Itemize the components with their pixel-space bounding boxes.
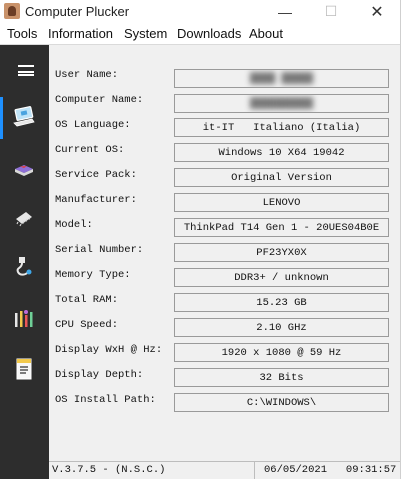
- sidebar: [0, 45, 49, 479]
- usb-icon[interactable]: [12, 255, 36, 279]
- label-computer-name: Computer Name:: [55, 94, 144, 106]
- label-user-name: User Name:: [55, 69, 119, 81]
- report-icon[interactable]: [12, 357, 36, 381]
- value-os-language: it-IT Italiano (Italia): [174, 118, 389, 137]
- window-title: Computer Plucker: [25, 4, 130, 19]
- label-memory-type: Memory Type:: [55, 269, 131, 281]
- label-os-install-path: OS Install Path:: [55, 394, 156, 406]
- value-memory-type: DDR3+ / unknown: [174, 268, 389, 287]
- value-computer-name: ██████████: [174, 94, 389, 113]
- redacted-value: ████ █████: [249, 72, 313, 85]
- menu-system[interactable]: System: [124, 26, 167, 41]
- value-manufacturer: LENOVO: [174, 193, 389, 212]
- active-indicator: [0, 97, 3, 139]
- menu-downloads[interactable]: Downloads: [177, 26, 241, 41]
- menu-about[interactable]: About: [249, 26, 283, 41]
- datetime-text: 06/05/2021 09:31:57: [264, 464, 397, 476]
- value-service-pack: Original Version: [174, 168, 389, 187]
- laptop-icon[interactable]: [12, 105, 36, 129]
- value-current-os: Windows 10 X64 19042: [174, 143, 389, 162]
- label-model: Model:: [55, 219, 93, 231]
- label-cpu-speed: CPU Speed:: [55, 319, 119, 331]
- title-bar[interactable]: Computer Plucker — ☐ ✕: [0, 0, 400, 23]
- close-button[interactable]: ✕: [354, 0, 400, 23]
- status-bar: V.3.7.5 - (N.S.C.) 06/05/2021 09:31:57: [49, 461, 400, 479]
- app-window: Computer Plucker — ☐ ✕ Tools Information…: [0, 0, 401, 479]
- menu-icon[interactable]: [18, 65, 34, 76]
- maximize-button[interactable]: ☐: [308, 0, 354, 23]
- version-text: V.3.7.5 - (N.S.C.): [52, 464, 166, 476]
- value-cpu-speed: 2.10 GHz: [174, 318, 389, 337]
- memory-chip-icon[interactable]: [12, 207, 36, 231]
- value-model: ThinkPad T14 Gen 1 - 20UES04B0E: [174, 218, 389, 237]
- app-logo-icon: [4, 3, 20, 19]
- menu-bar: Tools Information System Downloads About: [0, 23, 400, 45]
- label-display-depth: Display Depth:: [55, 369, 144, 381]
- label-os-language: OS Language:: [55, 119, 131, 131]
- disk-drive-icon[interactable]: [12, 157, 36, 181]
- value-display-depth: 32 Bits: [174, 368, 389, 387]
- label-serial-number: Serial Number:: [55, 244, 144, 256]
- value-os-install-path: C:\WINDOWS\: [174, 393, 389, 412]
- status-divider: [254, 462, 255, 479]
- menu-information[interactable]: Information: [48, 26, 113, 41]
- redacted-value: ██████████: [249, 97, 313, 110]
- minimize-button[interactable]: —: [262, 0, 308, 23]
- menu-tools[interactable]: Tools: [7, 26, 37, 41]
- label-total-ram: Total RAM:: [55, 294, 119, 306]
- label-manufacturer: Manufacturer:: [55, 194, 137, 206]
- label-display-resolution: Display WxH @ Hz:: [55, 344, 163, 356]
- value-serial-number: PF23YX0X: [174, 243, 389, 262]
- value-display-resolution: 1920 x 1080 @ 59 Hz: [174, 343, 389, 362]
- value-user-name: ████ █████: [174, 69, 389, 88]
- label-service-pack: Service Pack:: [55, 169, 137, 181]
- tools-icon[interactable]: [12, 307, 36, 331]
- label-current-os: Current OS:: [55, 144, 125, 156]
- value-total-ram: 15.23 GB: [174, 293, 389, 312]
